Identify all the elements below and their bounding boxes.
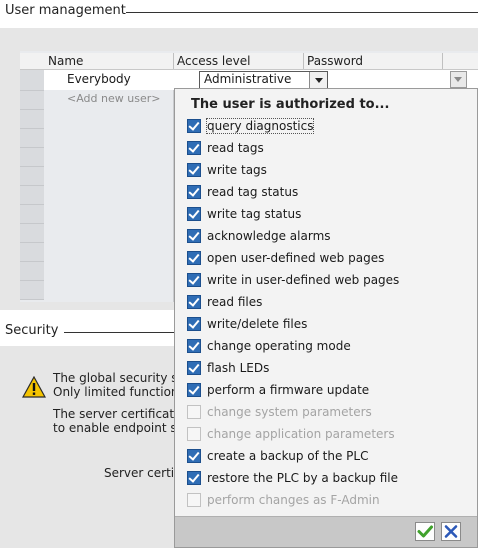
row-selector[interactable] — [20, 224, 44, 243]
checkbox[interactable] — [187, 163, 201, 177]
row-selector[interactable] — [20, 70, 44, 91]
popup-title: The user is authorized to... — [191, 97, 390, 112]
option-label: read tags — [207, 141, 264, 155]
option-write-tag-status[interactable]: write tag status — [187, 205, 467, 225]
row-selector[interactable] — [20, 148, 44, 167]
checkbox — [187, 493, 201, 507]
option-label: flash LEDs — [207, 361, 270, 375]
checkbox — [187, 405, 201, 419]
column-header-name[interactable]: Name — [48, 54, 83, 68]
option-read-files[interactable]: read files — [187, 293, 467, 313]
option-change-application-parameters: change application parameters — [187, 425, 467, 445]
option-create-backup[interactable]: create a backup of the PLC — [187, 447, 467, 467]
row-selector[interactable] — [20, 110, 44, 129]
checkbox — [187, 427, 201, 441]
checkbox[interactable] — [187, 383, 201, 397]
security-warning-text-2: Only limited functiona — [53, 385, 186, 399]
option-flash-leds[interactable]: flash LEDs — [187, 359, 467, 379]
user-management-header: User management — [0, 0, 478, 22]
option-write-tags[interactable]: write tags — [187, 161, 467, 181]
table-header: Name Access level Password — [20, 53, 478, 70]
option-perform-changes-as-f-admin: perform changes as F-Admin — [187, 491, 467, 511]
row-selector[interactable] — [20, 205, 44, 224]
option-restore-backup[interactable]: restore the PLC by a backup file — [187, 469, 467, 489]
option-label: query diagnostics — [205, 118, 315, 134]
option-label: read tag status — [207, 185, 299, 199]
option-query-diagnostics[interactable]: query diagnostics — [187, 117, 467, 137]
checkbox[interactable] — [187, 207, 201, 221]
option-label: write in user-defined web pages — [207, 273, 400, 287]
option-label: write tags — [207, 163, 267, 177]
column-separator[interactable] — [442, 53, 443, 69]
access-level-dropdown[interactable]: Administrative — [199, 71, 328, 89]
option-perform-firmware-update[interactable]: perform a firmware update — [187, 381, 467, 401]
option-label: change operating mode — [207, 339, 351, 353]
option-acknowledge-alarms[interactable]: acknowledge alarms — [187, 227, 467, 247]
security-warning-text: The global security set — [53, 371, 190, 385]
checkbox[interactable] — [187, 471, 201, 485]
cancel-button[interactable] — [441, 522, 461, 541]
column-header-access-level[interactable]: Access level — [177, 54, 250, 68]
checkbox[interactable] — [187, 295, 201, 309]
access-level-value: Administrative — [204, 72, 292, 86]
section-title-user-management: User management — [5, 3, 126, 18]
authorization-popup: The user is authorized to... query diagn… — [174, 88, 478, 548]
table-row-everybody[interactable]: Everybody Administrative — [44, 70, 478, 90]
checkbox[interactable] — [187, 229, 201, 243]
option-label: change application parameters — [207, 427, 395, 441]
option-label: acknowledge alarms — [207, 229, 331, 243]
user-name-cell[interactable]: Everybody — [67, 72, 131, 86]
option-label: read files — [207, 295, 263, 309]
server-certificate-text-2: to enable endpoint se — [53, 421, 185, 435]
checkbox[interactable] — [187, 141, 201, 155]
popup-footer — [175, 516, 477, 547]
row-selector[interactable] — [20, 167, 44, 186]
option-label: open user-defined web pages — [207, 251, 385, 265]
option-label: write tag status — [207, 207, 302, 221]
password-dropdown-button[interactable] — [450, 71, 467, 88]
option-read-tag-status[interactable]: read tag status — [187, 183, 467, 203]
row-selector[interactable] — [20, 129, 44, 148]
row-selector[interactable] — [20, 91, 44, 110]
option-label: write/delete files — [207, 317, 308, 331]
option-label: change system parameters — [207, 405, 372, 419]
chevron-down-icon[interactable] — [309, 72, 327, 88]
row-selector[interactable] — [20, 262, 44, 281]
row-selector[interactable] — [20, 281, 44, 300]
option-label: create a backup of the PLC — [207, 449, 369, 463]
server-certificate-label: Server certifi — [104, 466, 182, 480]
option-label: perform a firmware update — [207, 383, 370, 397]
option-open-user-defined-web-pages[interactable]: open user-defined web pages — [187, 249, 467, 269]
checkbox[interactable] — [187, 317, 201, 331]
row-selector[interactable] — [20, 186, 44, 205]
divider — [126, 12, 478, 13]
option-change-system-parameters: change system parameters — [187, 403, 467, 423]
server-certificate-text: The server certificate i — [53, 407, 189, 421]
row-selector[interactable] — [20, 243, 44, 262]
add-new-user-cell[interactable]: <Add new user> — [67, 92, 160, 105]
x-icon — [444, 525, 458, 538]
warning-icon — [22, 376, 46, 398]
column-separator[interactable] — [173, 53, 174, 69]
confirm-button[interactable] — [415, 522, 435, 541]
option-label: perform changes as F-Admin — [207, 493, 380, 507]
checkbox[interactable] — [187, 119, 201, 133]
check-icon — [417, 525, 433, 538]
section-title-security: Security — [5, 323, 59, 338]
option-read-tags[interactable]: read tags — [187, 139, 467, 159]
option-label: restore the PLC by a backup file — [207, 471, 399, 485]
option-write-in-user-defined-web-pages[interactable]: write in user-defined web pages — [187, 271, 467, 291]
column-separator[interactable] — [303, 53, 304, 69]
checkbox[interactable] — [187, 361, 201, 375]
option-change-operating-mode[interactable]: change operating mode — [187, 337, 467, 357]
option-write-delete-files[interactable]: write/delete files — [187, 315, 467, 335]
checkbox[interactable] — [187, 339, 201, 353]
checkbox[interactable] — [187, 185, 201, 199]
checkbox[interactable] — [187, 251, 201, 265]
checkbox[interactable] — [187, 449, 201, 463]
checkbox[interactable] — [187, 273, 201, 287]
column-header-password[interactable]: Password — [307, 54, 363, 68]
